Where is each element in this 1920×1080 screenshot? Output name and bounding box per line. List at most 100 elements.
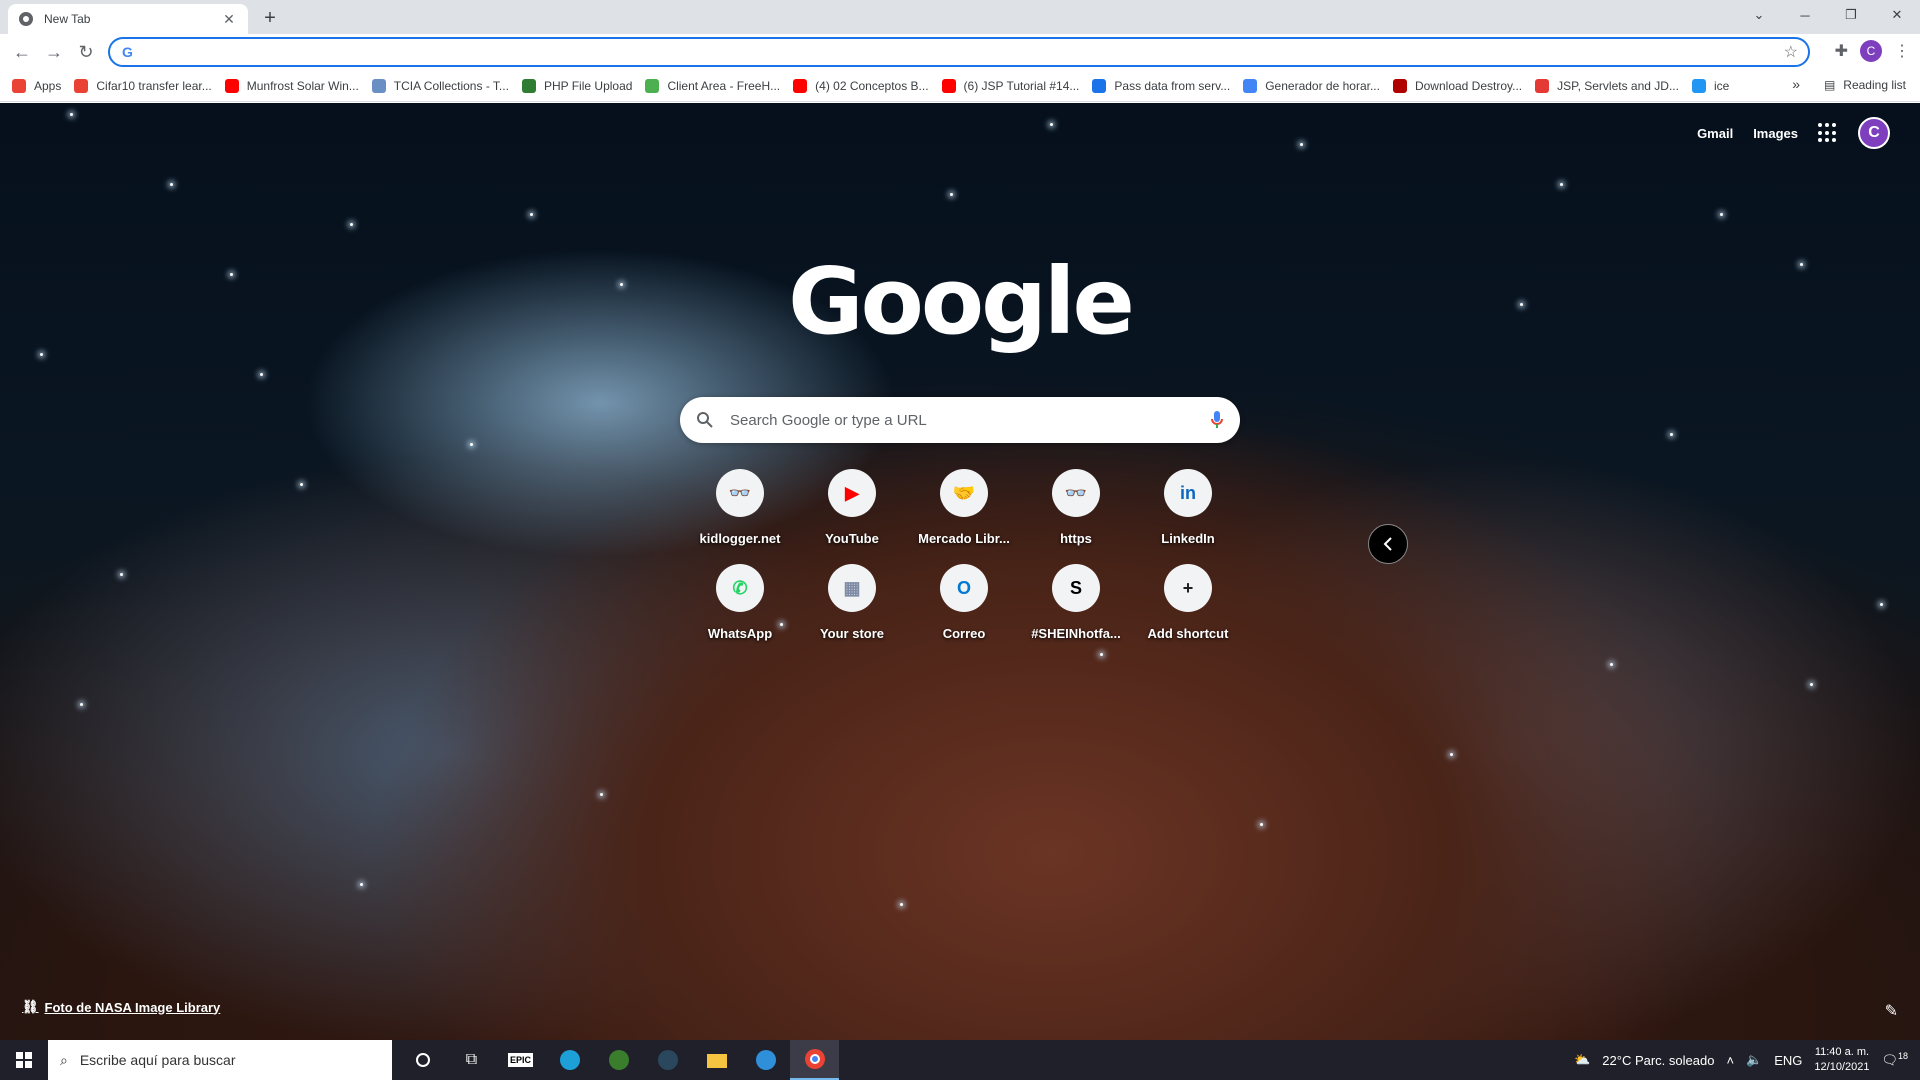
reload-icon[interactable]: ↻ [74, 40, 98, 64]
background-star [360, 883, 363, 886]
shortcut-label: YouTube [825, 531, 879, 546]
shortcut-icon: 👓 [1052, 469, 1100, 517]
clock-time: 11:40 a. m. [1814, 1046, 1870, 1058]
bookmark-apps[interactable]: Apps [12, 78, 61, 93]
bookmark-label: Munfrost Solar Win... [246, 78, 359, 93]
edge-icon[interactable] [545, 1040, 594, 1080]
bookmark-item[interactable]: Client Area - FreeH... [645, 78, 780, 93]
bookmark-item[interactable]: Pass data from serv... [1092, 78, 1230, 93]
account-avatar[interactable]: C [1858, 117, 1890, 149]
shortcut-tile[interactable]: ✆ WhatsApp [684, 564, 796, 641]
shortcut-tile[interactable]: ▦ Your store [796, 564, 908, 641]
language-indicator[interactable]: ENG [1774, 1053, 1802, 1068]
minimize-button[interactable]: ─ [1782, 0, 1828, 30]
restore-button[interactable]: ❐ [1828, 0, 1874, 30]
extensions-icon[interactable]: ✚ [1835, 41, 1848, 61]
address-input[interactable] [144, 43, 1784, 61]
bookmark-favicon-icon [1535, 78, 1550, 93]
google-apps-icon[interactable] [1818, 123, 1838, 143]
tab-strip: New Tab ✕ + ⌄ ─ ❐ ✕ [0, 0, 1920, 34]
background-star [900, 903, 903, 906]
shortcut-tile[interactable]: in LinkedIn [1132, 469, 1244, 546]
shortcut-label: Correo [942, 626, 986, 641]
weather-text[interactable]: 22°C Parc. soleado [1602, 1053, 1714, 1068]
chrome-taskbar-icon[interactable] [790, 1040, 839, 1080]
back-icon[interactable]: ← [10, 40, 34, 64]
bookmark-favicon-icon [1243, 78, 1258, 93]
gmail-link[interactable]: Gmail [1697, 126, 1733, 141]
reading-list-label: Reading list [1843, 78, 1906, 92]
bookmark-star-icon[interactable]: ☆ [1784, 42, 1798, 62]
bookmark-item[interactable]: (6) JSP Tutorial #14... [941, 78, 1079, 93]
volume-icon[interactable]: 🔈 [1746, 1052, 1762, 1068]
omnibox[interactable]: G ☆ [108, 37, 1810, 67]
bookmark-item[interactable]: Generador de horar... [1243, 78, 1380, 93]
customize-pencil-icon[interactable]: ✎ [1885, 1001, 1898, 1021]
tray-chevron-icon[interactable]: ˄ [1726, 1053, 1734, 1068]
taskbar-search-icon: ⌕ [60, 1051, 68, 1068]
photo-credit-link[interactable]: ⛓ Foto de NASA Image Library [22, 999, 220, 1015]
shortcut-label: Your store [819, 626, 885, 641]
taskbar-search[interactable]: ⌕ Escribe aquí para buscar [48, 1040, 392, 1080]
bookmark-item[interactable]: ice [1691, 78, 1729, 93]
bookmark-label: (4) 02 Conceptos B... [815, 78, 929, 93]
bookmark-item[interactable]: PHP File Upload [521, 78, 632, 93]
bookmark-label: Generador de horar... [1265, 78, 1380, 93]
windows-start-icon[interactable] [0, 1040, 48, 1080]
shortcut-tile[interactable]: 👓 kidlogger.net [684, 469, 796, 546]
bookmark-item[interactable]: (4) 02 Conceptos B... [793, 78, 929, 93]
shortcut-tile[interactable]: S #SHEINhotfa... [1020, 564, 1132, 641]
clock[interactable]: 11:40 a. m. 12/10/2021 [1814, 1045, 1869, 1075]
weather-icon[interactable]: ⛅ [1574, 1052, 1590, 1068]
bookmark-favicon-icon [74, 78, 89, 93]
app-icon[interactable] [741, 1040, 790, 1080]
notifications-icon[interactable]: 🗨18 [1881, 1051, 1908, 1068]
xbox-icon[interactable] [594, 1040, 643, 1080]
bookmark-favicon-icon [521, 78, 536, 93]
shortcut-icon: ▦ [828, 564, 876, 612]
shortcut-label: #SHEINhotfa... [1031, 626, 1121, 641]
background-star [120, 573, 123, 576]
reading-list-icon: ▤ [1823, 78, 1836, 92]
collapse-button[interactable] [1368, 524, 1408, 564]
shortcut-tile[interactable]: ▶ YouTube [796, 469, 908, 546]
steam-icon[interactable] [643, 1040, 692, 1080]
tab-search-icon[interactable]: ⌄ [1736, 0, 1782, 30]
shortcut-tile[interactable]: O Correo [908, 564, 1020, 641]
tab-new-tab[interactable]: New Tab ✕ [8, 4, 248, 34]
cortana-icon[interactable] [398, 1040, 447, 1080]
bookmark-item[interactable]: JSP, Servlets and JD... [1535, 78, 1679, 93]
epic-games-icon[interactable]: EPIC [496, 1040, 545, 1080]
microphone-icon[interactable] [1210, 410, 1224, 430]
shortcut-icon: 👓 [716, 469, 764, 517]
close-window-button[interactable]: ✕ [1874, 0, 1920, 30]
bookmark-favicon-icon [224, 78, 239, 93]
background-star [1100, 653, 1103, 656]
shortcut-label: kidlogger.net [699, 531, 781, 546]
tab-close-icon[interactable]: ✕ [220, 11, 238, 28]
bookmark-label: Cifar10 transfer lear... [96, 78, 212, 93]
shortcut-tile[interactable]: + Add shortcut [1132, 564, 1244, 641]
menu-icon[interactable]: ⋮ [1894, 41, 1910, 61]
images-link[interactable]: Images [1753, 126, 1798, 141]
bookmarks-overflow-icon[interactable]: » [1792, 76, 1800, 92]
shortcut-tile[interactable]: 🤝 Mercado Libr... [908, 469, 1020, 546]
file-explorer-icon[interactable] [692, 1040, 741, 1080]
svg-text:G: G [122, 44, 133, 60]
forward-icon[interactable]: → [42, 40, 66, 64]
shortcut-label: WhatsApp [707, 626, 773, 641]
shortcut-tile[interactable]: 👓 https [1020, 469, 1132, 546]
bookmark-item[interactable]: Munfrost Solar Win... [224, 78, 359, 93]
search-box[interactable]: Search Google or type a URL [680, 397, 1240, 443]
bookmark-item[interactable]: Download Destroy... [1392, 78, 1522, 93]
google-g-icon: G [122, 44, 133, 60]
photo-credit-label: Foto de NASA Image Library [44, 999, 221, 1015]
profile-avatar-small[interactable]: C [1860, 40, 1882, 62]
shortcut-label: Add shortcut [1147, 626, 1229, 641]
bookmark-item[interactable]: TCIA Collections - T... [371, 78, 509, 93]
task-view-icon[interactable]: ⧉ [447, 1040, 496, 1080]
new-tab-button[interactable]: + [258, 6, 282, 30]
bookmark-item[interactable]: Cifar10 transfer lear... [74, 78, 212, 93]
new-tab-page: Gmail Images C Google Search Google or t… [0, 103, 1920, 1040]
reading-list-button[interactable]: ▤ Reading list [1824, 78, 1906, 92]
